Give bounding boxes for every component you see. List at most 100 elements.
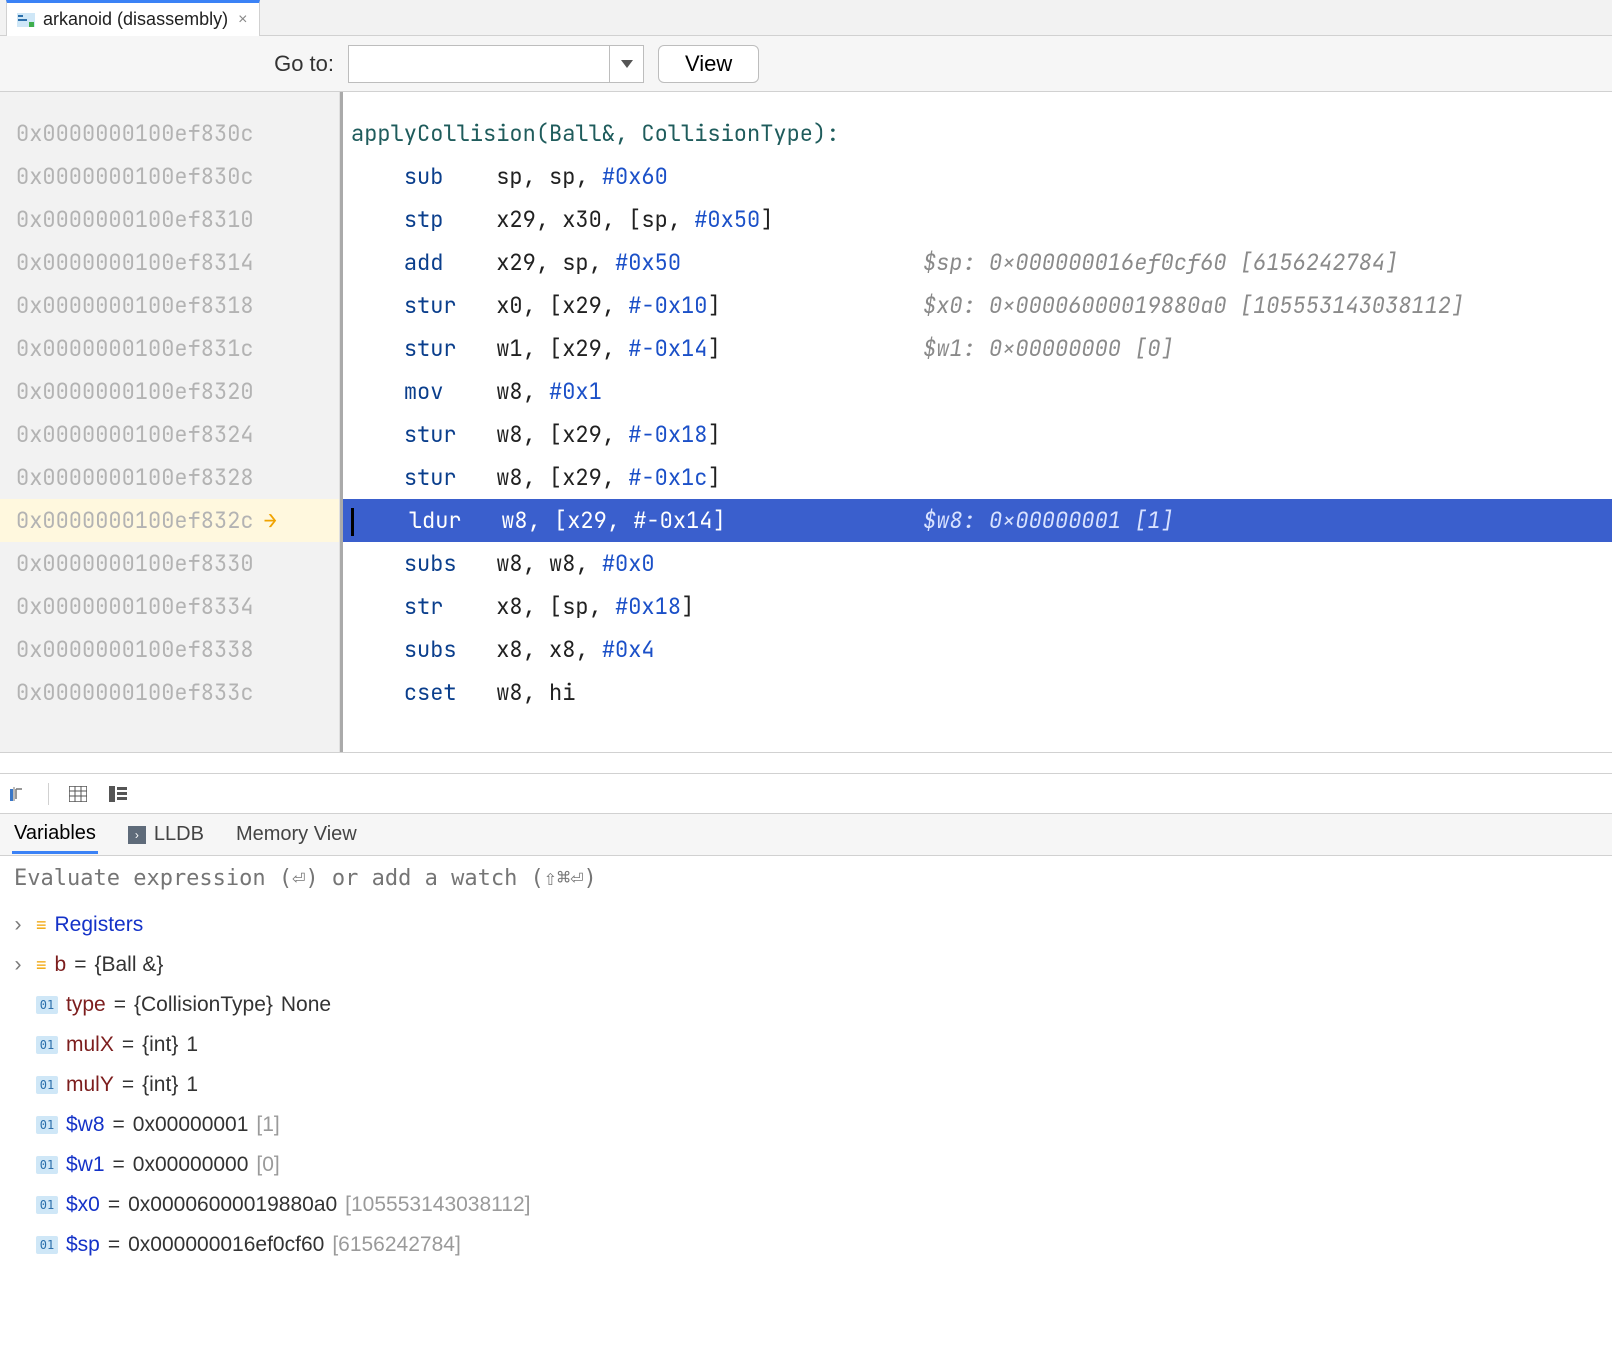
address-gutter-line[interactable]: 0x0000000100ef8320 <box>0 370 339 413</box>
mnemonic: str <box>404 592 496 621</box>
restart-layout-icon[interactable] <box>8 783 30 805</box>
address-gutter-line[interactable]: 0x0000000100ef8324 <box>0 413 339 456</box>
mnemonic: stur <box>404 463 496 492</box>
immediate-hex: #0x0 <box>602 549 655 578</box>
variable-row[interactable]: 01$x0 = 0x00006000019880a0 [105553143038… <box>8 1185 1604 1225</box>
primitive-icon: 01 <box>36 1036 58 1054</box>
equals-sign: = <box>122 1033 134 1057</box>
primitive-icon: 01 <box>36 1116 58 1134</box>
immediate-hex: #0x1 <box>549 377 602 406</box>
disassembly-view: 0x0000000100ef830c0x0000000100ef830c0x00… <box>0 92 1612 752</box>
evaluate-expression-input[interactable] <box>14 866 1598 891</box>
address-gutter-line[interactable]: 0x0000000100ef8318 <box>0 284 339 327</box>
address-gutter-line[interactable]: 0x0000000100ef830c <box>0 112 339 155</box>
variable-row[interactable]: ›≡b = {Ball &} <box>8 945 1604 985</box>
tab-lldb-label: LLDB <box>154 823 204 846</box>
console-icon: › <box>128 826 146 844</box>
table-view-icon[interactable] <box>67 783 89 805</box>
address-gutter-line[interactable]: 0x0000000100ef8314 <box>0 241 339 284</box>
disassembly-line[interactable]: sub sp, sp, #0x60 <box>343 155 1612 198</box>
variable-name: $sp <box>66 1233 100 1257</box>
variable-row[interactable]: 01mulX = {int} 1 <box>8 1025 1604 1065</box>
address-gutter-line[interactable]: 0x0000000100ef8330 <box>0 542 339 585</box>
debug-toolbar <box>0 774 1612 814</box>
disassembly-line[interactable]: stur w8, [x29, #-0x18] <box>343 413 1612 456</box>
variable-name: type <box>66 993 106 1017</box>
operands: x29, x30, [sp, <box>496 205 694 234</box>
variable-name: $w8 <box>66 1113 105 1137</box>
variable-decimal: [1] <box>256 1113 279 1137</box>
tab-variables[interactable]: Variables <box>12 816 98 854</box>
variable-value: 0x00000001 <box>133 1113 249 1137</box>
variable-value: 1 <box>186 1073 198 1097</box>
immediate-hex: #0x60 <box>602 162 668 191</box>
disassembly-line[interactable]: stp x29, x30, [sp, #0x50] <box>343 198 1612 241</box>
variable-value: 0x00000000 <box>133 1153 249 1177</box>
editor-tab-arkanoid[interactable]: arkanoid (disassembly) × <box>6 0 260 36</box>
address-gutter-line[interactable]: 0x0000000100ef832c→ <box>0 499 339 542</box>
disassembly-line[interactable]: subs x8, x8, #0x4 <box>343 628 1612 671</box>
variable-row[interactable]: ›≡Registers <box>8 905 1604 945</box>
inline-register-hint: $x0: 0x00006000019880a0 [105553143038112… <box>923 284 1464 327</box>
expand-caret-icon[interactable]: › <box>8 913 28 937</box>
variable-decimal: [0] <box>256 1153 279 1177</box>
function-signature: applyCollision(Ball&, CollisionType): <box>351 119 839 148</box>
immediate-hex: #-0x14 <box>628 334 707 363</box>
disassembly-line[interactable]: stur x0, [x29, #-0x10]$x0: 0x00006000019… <box>343 284 1612 327</box>
variable-row[interactable]: 01$sp = 0x000000016ef0cf60 [6156242784] <box>8 1225 1604 1265</box>
operands: x0, [x29, <box>496 291 628 320</box>
goto-address-input[interactable] <box>349 46 609 82</box>
disassembly-line[interactable]: stur w1, [x29, #-0x14]$w1: 0x00000000 [0… <box>343 327 1612 370</box>
address-gutter-line[interactable]: 0x0000000100ef831c <box>0 327 339 370</box>
split-divider[interactable] <box>0 752 1612 774</box>
variables-tree[interactable]: ›≡Registers›≡b = {Ball &}01type = {Colli… <box>0 901 1612 1285</box>
disassembly-line[interactable]: cset w8, hi <box>343 671 1612 714</box>
disassembly-file-icon <box>17 12 35 28</box>
variable-name: $w1 <box>66 1153 105 1177</box>
disassembly-line[interactable]: add x29, sp, #0x50$sp: 0x000000016ef0cf6… <box>343 241 1612 284</box>
expand-caret-icon[interactable]: › <box>8 953 28 977</box>
address-gutter-line[interactable]: 0x0000000100ef8334 <box>0 585 339 628</box>
immediate-hex: #0x50 <box>615 248 681 277</box>
inline-register-hint: $sp: 0x000000016ef0cf60 [6156242784] <box>923 241 1398 284</box>
variable-type: {int} <box>142 1033 178 1057</box>
operand-tail: ] <box>707 463 720 492</box>
variable-decimal: [6156242784] <box>332 1233 460 1257</box>
disassembly-line[interactable]: subs w8, w8, #0x0 <box>343 542 1612 585</box>
variable-row[interactable]: 01$w8 = 0x00000001 [1] <box>8 1105 1604 1145</box>
mnemonic: stur <box>404 420 496 449</box>
tab-memory-view[interactable]: Memory View <box>234 817 359 852</box>
address-gutter-line[interactable]: 0x0000000100ef8338 <box>0 628 339 671</box>
goto-dropdown-icon[interactable] <box>609 46 643 82</box>
variable-type: {Ball &} <box>94 953 163 977</box>
address-gutter-line[interactable]: 0x0000000100ef8328 <box>0 456 339 499</box>
disassembly-line[interactable]: mov w8, #0x1 <box>343 370 1612 413</box>
editor-tab-strip: arkanoid (disassembly) × <box>0 0 1612 36</box>
mnemonic: subs <box>404 635 496 664</box>
variable-row[interactable]: 01mulY = {int} 1 <box>8 1065 1604 1105</box>
goto-label: Go to: <box>14 51 334 77</box>
operand-tail: ] <box>712 506 725 535</box>
disassembly-line[interactable]: ldur w8, [x29, #-0x14]$w8: 0x00000001 [1… <box>343 499 1612 542</box>
mnemonic: cset <box>404 678 496 707</box>
tab-lldb[interactable]: › LLDB <box>126 817 206 852</box>
address-gutter-line[interactable]: 0x0000000100ef830c <box>0 155 339 198</box>
variable-row[interactable]: 01type = {CollisionType} None <box>8 985 1604 1025</box>
operands: sp, sp, <box>496 162 602 191</box>
code-area[interactable]: applyCollision(Ball&, CollisionType): su… <box>340 92 1612 752</box>
address-gutter-line[interactable]: 0x0000000100ef8310 <box>0 198 339 241</box>
disassembly-line[interactable]: str x8, [sp, #0x18] <box>343 585 1612 628</box>
address-gutter-line[interactable]: 0x0000000100ef833c <box>0 671 339 714</box>
layout-settings-icon[interactable] <box>107 783 129 805</box>
disassembly-line[interactable]: stur w8, [x29, #-0x1c] <box>343 456 1612 499</box>
close-tab-icon[interactable]: × <box>236 11 249 29</box>
goto-address-combo[interactable] <box>348 45 644 83</box>
goto-bar: Go to: View <box>0 36 1612 92</box>
mnemonic: add <box>404 248 496 277</box>
immediate-hex: #-0x14 <box>633 506 712 535</box>
disassembly-line[interactable]: applyCollision(Ball&, CollisionType): <box>343 112 1612 155</box>
variable-value: 0x00006000019880a0 <box>128 1193 337 1217</box>
variable-row[interactable]: 01$w1 = 0x00000000 [0] <box>8 1145 1604 1185</box>
operand-tail: ] <box>681 592 694 621</box>
view-button[interactable]: View <box>658 45 759 83</box>
